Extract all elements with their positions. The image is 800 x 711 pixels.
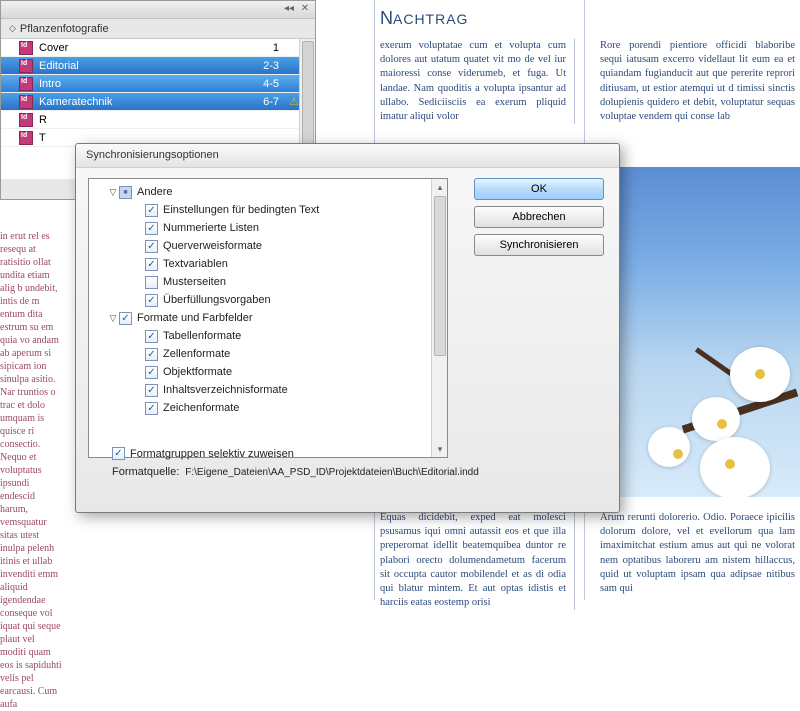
- sync-options-dialog: Synchronisierungsoptionen ▽ Andere Einstel…: [75, 143, 620, 513]
- checkbox-icon[interactable]: [145, 348, 158, 361]
- page-range: 1: [239, 42, 289, 54]
- option-label: Zeichenformate: [163, 402, 239, 414]
- option-label: Nummerierte Listen: [163, 222, 259, 234]
- dialog-button-column: OK Abbrechen Synchronisieren: [458, 178, 607, 502]
- panel-header[interactable]: ◂◂ ✕: [1, 1, 315, 19]
- text-column-2: Rore porendi pientiore officidi blaborib…: [600, 38, 795, 124]
- indesign-doc-icon: [19, 95, 33, 109]
- cancel-button[interactable]: Abbrechen: [474, 206, 604, 228]
- page-heading: NACHTRAG: [380, 8, 468, 29]
- tree-scrollbar[interactable]: ▴ ▾: [431, 179, 447, 457]
- panel-title: Pflanzenfotografie: [20, 23, 109, 35]
- option-label: Formate und Farbfelder: [137, 312, 253, 324]
- panel-tab[interactable]: ◇ Pflanzenfotografie: [1, 19, 315, 39]
- doc-name: Cover: [39, 42, 239, 54]
- indesign-doc-icon: [19, 113, 33, 127]
- option-label: Überfüllungsvorgaben: [163, 294, 271, 306]
- option-label: Textvariablen: [163, 258, 228, 270]
- book-row-cover[interactable]: Cover1: [1, 39, 315, 57]
- indesign-doc-icon: [19, 131, 33, 145]
- heading-cap: N: [380, 8, 393, 28]
- option-a-5[interactable]: Überfüllungsvorgaben: [93, 291, 443, 309]
- ok-button[interactable]: OK: [474, 178, 604, 200]
- options-tree: ▽ Andere Einstellungen für bedingten Text N…: [88, 178, 448, 458]
- option-b-3[interactable]: Inhaltsverzeichnisformate: [93, 381, 443, 399]
- option-label: Querverweisformate: [163, 240, 262, 252]
- page-range: 2-3: [239, 60, 289, 72]
- disclosure-icon[interactable]: ▽: [107, 187, 119, 198]
- option-label: Andere: [137, 186, 172, 198]
- doc-name: Editorial: [39, 60, 239, 72]
- option-label: Einstellungen für bedingten Text: [163, 204, 319, 216]
- page-range: 6-7: [239, 96, 289, 108]
- option-label: Musterseiten: [163, 276, 226, 288]
- option-b-0[interactable]: Tabellenformate: [93, 327, 443, 345]
- checkbox-icon[interactable]: [145, 258, 158, 271]
- synchronize-button[interactable]: Synchronisieren: [474, 234, 604, 256]
- book-row-editorial[interactable]: Editorial2-3: [1, 57, 315, 75]
- option-a-3[interactable]: Textvariablen: [93, 255, 443, 273]
- format-source-path: F:\Eigene_Dateien\AA_PSD_ID\Projektdatei…: [185, 467, 479, 478]
- checkbox-icon[interactable]: [145, 366, 158, 379]
- dropdown-icon: ◇: [9, 23, 16, 34]
- option-a-4[interactable]: Musterseiten: [93, 273, 443, 291]
- option-label: Inhaltsverzeichnisformate: [163, 384, 288, 396]
- panel-collapse-icon[interactable]: ◂◂: [283, 3, 295, 15]
- checkbox-icon[interactable]: [145, 330, 158, 343]
- page-range: 4-5: [239, 78, 289, 90]
- scroll-up-icon[interactable]: ▴: [432, 179, 448, 195]
- disclosure-icon[interactable]: ▽: [107, 313, 119, 324]
- option-label: Tabellenformate: [163, 330, 241, 342]
- checkbox-icon[interactable]: [145, 222, 158, 235]
- indesign-doc-icon: [19, 41, 33, 55]
- book-row-kameratechnik[interactable]: Kameratechnik6-7: [1, 93, 315, 111]
- doc-name: Intro: [39, 78, 239, 90]
- indesign-doc-icon: [19, 77, 33, 91]
- panel-close-icon[interactable]: ✕: [299, 3, 311, 15]
- checkbox-icon[interactable]: [119, 312, 132, 325]
- checkbox-icon[interactable]: [145, 294, 158, 307]
- group-formate[interactable]: ▽ Formate und Farbfelder: [93, 309, 443, 327]
- option-a-2[interactable]: Querverweisformate: [93, 237, 443, 255]
- left-page-text: in erut rel es resequ at ratisitio ollat…: [0, 230, 62, 711]
- checkbox-icon[interactable]: [145, 276, 158, 289]
- dialog-title: Synchronisierungsoptionen: [76, 144, 619, 168]
- option-a-1[interactable]: Nummerierte Listen: [93, 219, 443, 237]
- text-column-1-low: Equas dicidebit, exped eat molesci psusa…: [380, 510, 575, 610]
- checkbox-icon[interactable]: [145, 204, 158, 217]
- checkbox-icon: [112, 447, 125, 460]
- option-label: Objektformate: [163, 366, 232, 378]
- doc-name: R: [39, 114, 239, 126]
- checkbox-icon[interactable]: [119, 186, 132, 199]
- option-label: Zellenformate: [163, 348, 230, 360]
- option-b-1[interactable]: Zellenformate: [93, 345, 443, 363]
- selective-assign-checkbox[interactable]: Formatgruppen selektiv zuweisen: [112, 447, 479, 460]
- checkbox-icon[interactable]: [145, 240, 158, 253]
- group-andere[interactable]: ▽ Andere: [93, 183, 443, 201]
- doc-name: T: [39, 132, 239, 144]
- format-source-row: Formatquelle: F:\Eigene_Dateien\AA_PSD_I…: [112, 466, 479, 478]
- checkbox-icon[interactable]: [145, 384, 158, 397]
- selective-assign-label: Formatgruppen selektiv zuweisen: [130, 448, 294, 460]
- option-b-2[interactable]: Objektformate: [93, 363, 443, 381]
- option-a-0[interactable]: Einstellungen für bedingten Text: [93, 201, 443, 219]
- book-row-r[interactable]: R: [1, 111, 315, 129]
- checkbox-icon[interactable]: [145, 402, 158, 415]
- format-source-label: Formatquelle:: [112, 466, 179, 478]
- text-column-2-low: Arum rerunti dolorerio. Odio. Poraece ip…: [600, 510, 795, 596]
- heading-smallcaps: ACHTRAG: [393, 11, 468, 27]
- book-row-intro[interactable]: Intro4-5: [1, 75, 315, 93]
- option-b-4[interactable]: Zeichenformate: [93, 399, 443, 417]
- text-column-1: exerum voluptatae cum et volupta cum dol…: [380, 38, 575, 124]
- doc-name: Kameratechnik: [39, 96, 239, 108]
- indesign-doc-icon: [19, 59, 33, 73]
